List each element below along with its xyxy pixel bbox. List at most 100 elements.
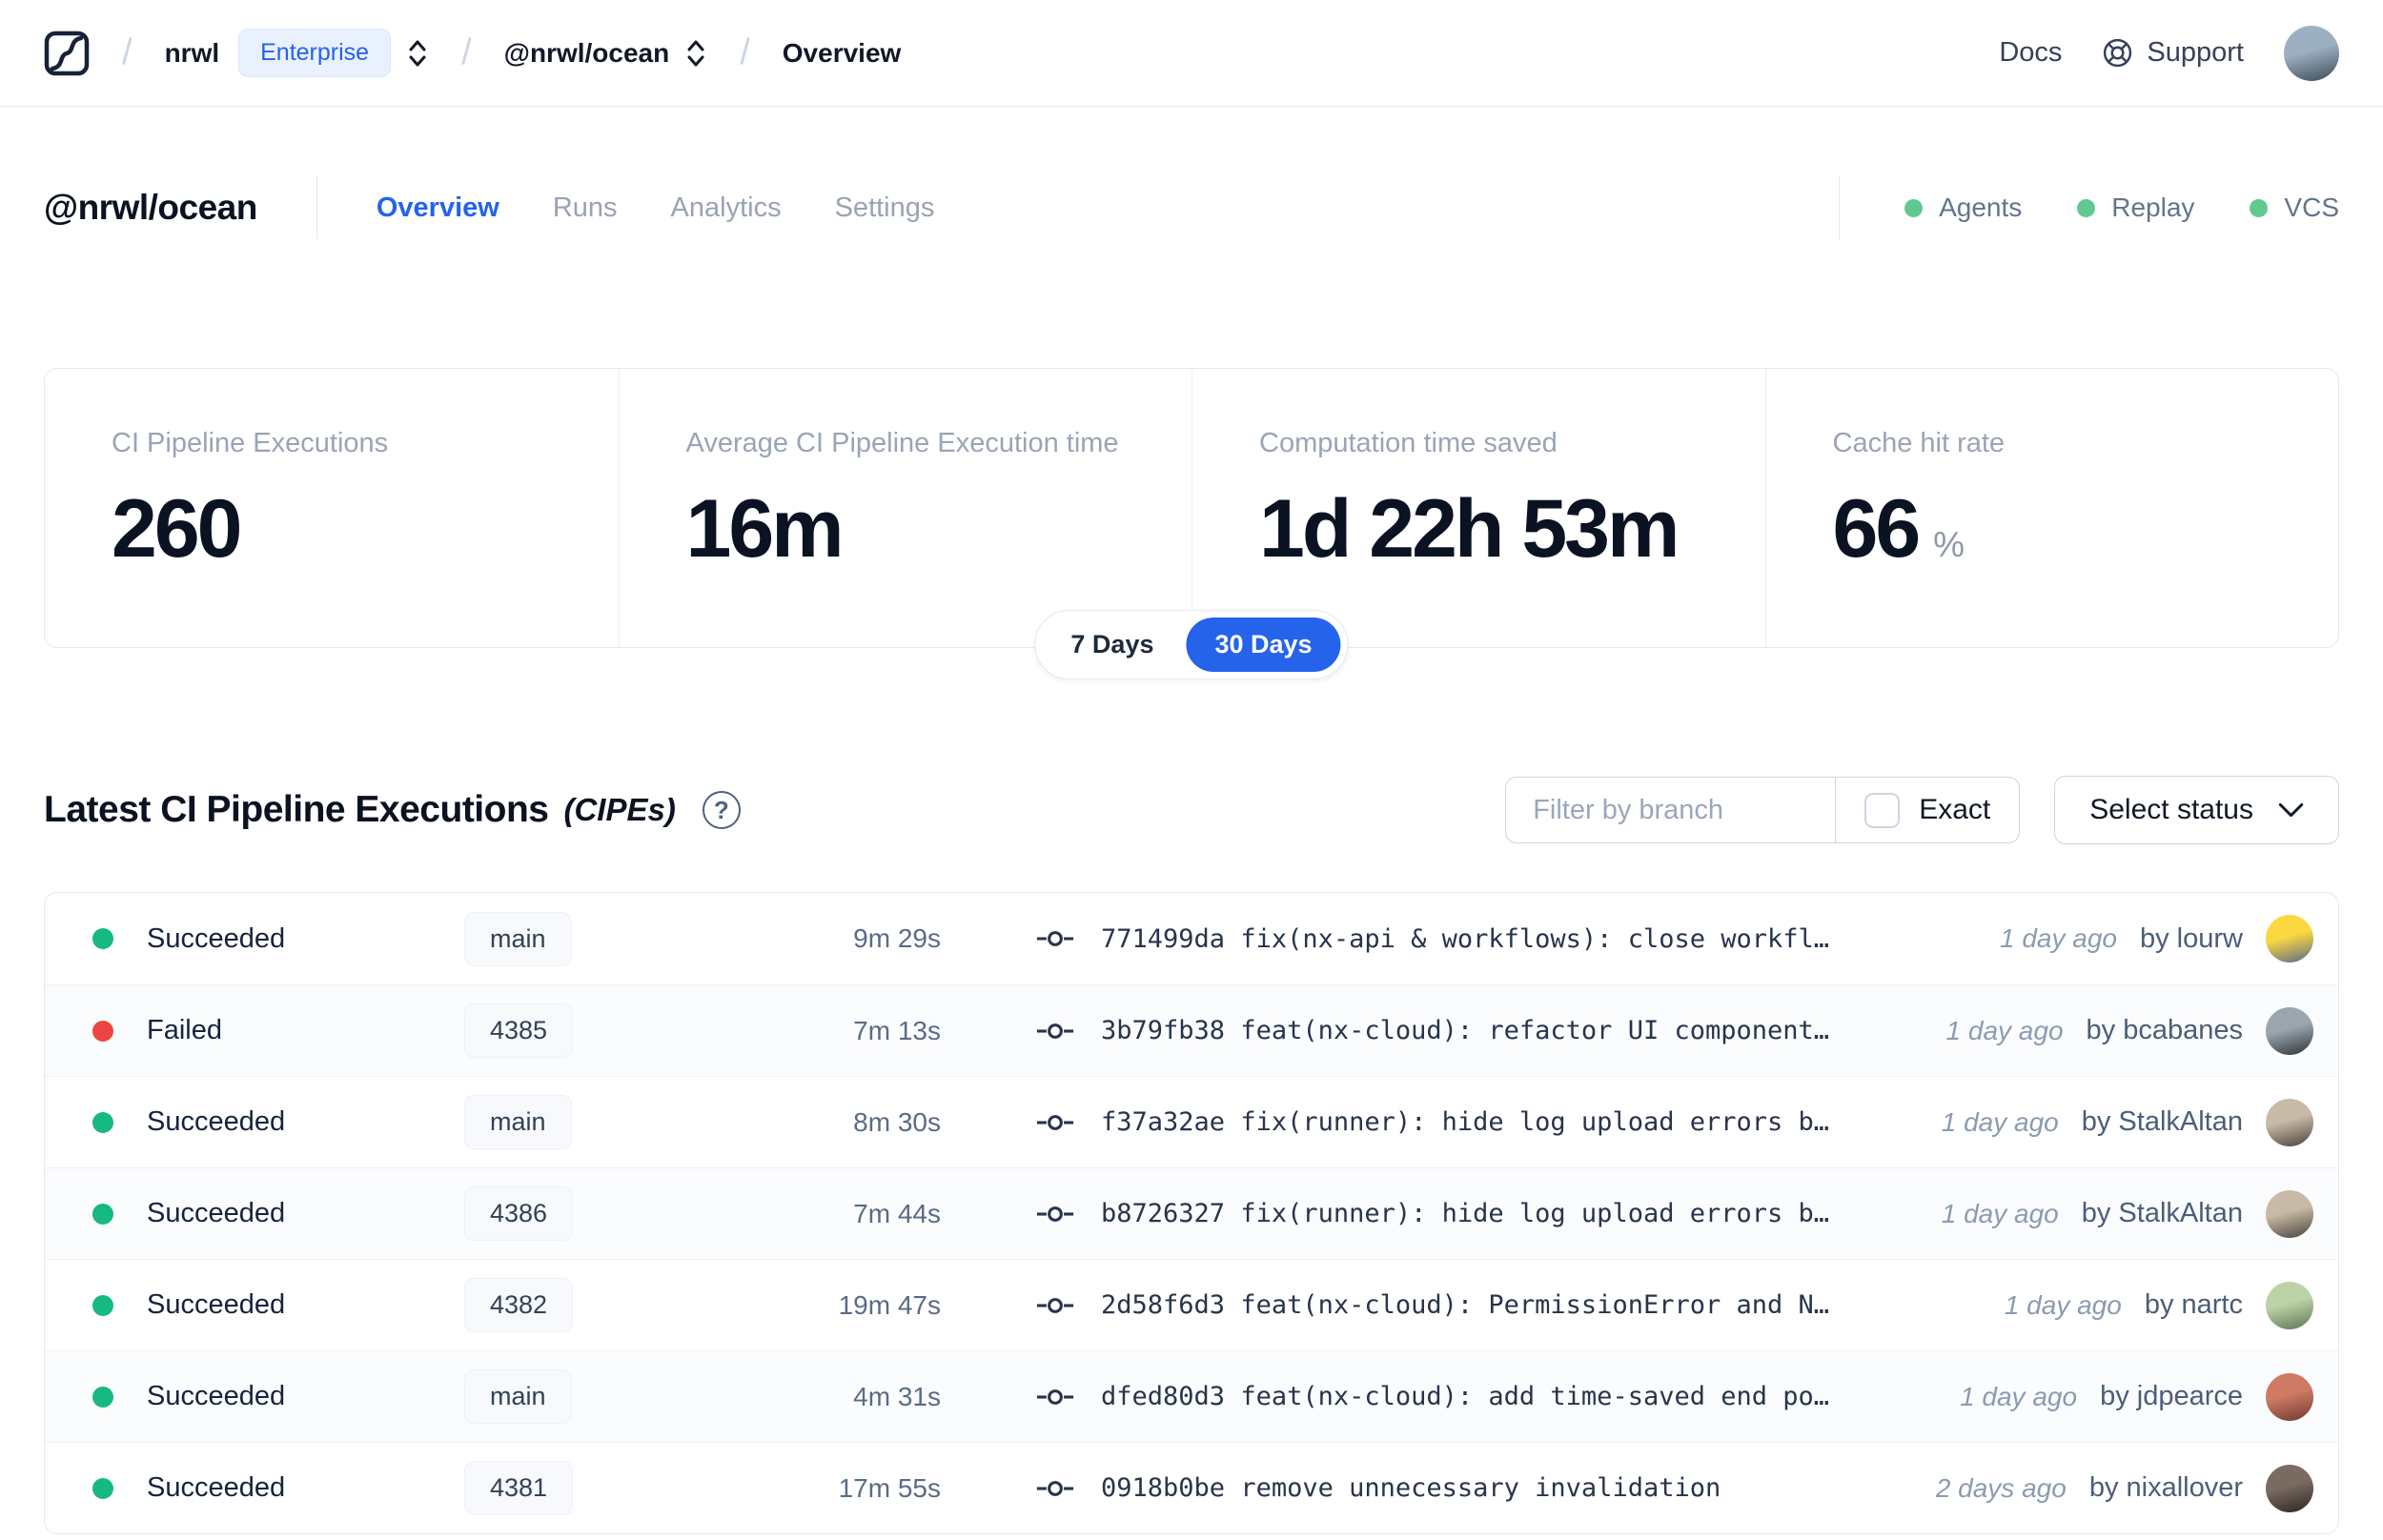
table-row[interactable]: Succeeded main 8m 30s f37a32ae fix(runne… (45, 1076, 2338, 1167)
exact-checkbox[interactable] (1864, 792, 1901, 828)
status-cell: Succeeded (92, 1106, 464, 1138)
breadcrumb-workspace[interactable]: @nrwl/ocean (504, 38, 670, 69)
meta-cell: 1 day ago by bcabanes (1865, 1006, 2313, 1055)
stats-card: CI Pipeline Executions 260 Average CI Pi… (44, 368, 2339, 679)
section-title: Latest CI Pipeline Executions (44, 789, 549, 830)
tab-analytics[interactable]: Analytics (671, 192, 782, 224)
branch-badge[interactable]: main (464, 1369, 572, 1424)
commit-text: 0918b0be remove unnecessary invalidation (1101, 1473, 1721, 1503)
commit-text: 771499da fix(nx-api & workflows): close … (1101, 923, 1830, 954)
duration-cell: 8m 30s (853, 1106, 941, 1137)
meta-cell: 1 day ago by jdpearce (1865, 1372, 2313, 1421)
table-row[interactable]: Succeeded main 4m 31s dfed80d3 feat(nx-c… (45, 1350, 2338, 1442)
branch-badge[interactable]: 4385 (464, 1003, 574, 1058)
branch-badge[interactable]: 4386 (464, 1186, 574, 1241)
status-label: Succeeded (147, 1106, 286, 1137)
docs-link[interactable]: Docs (1999, 37, 2062, 69)
commit-cell[interactable]: 771499da fix(nx-api & workflows): close … (1036, 924, 1865, 954)
duration-cell: 17m 55s (838, 1472, 941, 1503)
exact-label: Exact (1919, 794, 1991, 825)
commit-cell[interactable]: dfed80d3 feat(nx-cloud): add time-saved … (1036, 1382, 1865, 1411)
status-dot-icon (92, 1020, 113, 1042)
git-commit-icon (1036, 1477, 1074, 1500)
commit-text: f37a32ae fix(runner): hide log upload er… (1101, 1107, 1830, 1137)
git-commit-icon (1036, 1111, 1074, 1134)
stat-suffix: % (1933, 525, 1965, 564)
author-avatar (2266, 1464, 2313, 1512)
stat-label: CI Pipeline Executions (112, 428, 389, 458)
green-dot-icon (2250, 198, 2269, 217)
tab-settings[interactable]: Settings (835, 192, 935, 224)
range-7-days-button[interactable]: 7 Days (1042, 618, 1182, 672)
tab-overview[interactable]: Overview (377, 192, 499, 224)
branch-cell: main (464, 1369, 683, 1424)
status-label: Succeeded (147, 1198, 286, 1228)
table-row[interactable]: Succeeded 4386 7m 44s b8726327 fix(runne… (45, 1167, 2338, 1259)
table-row[interactable]: Succeeded 4381 17m 55s 0918b0be remove u… (45, 1442, 2338, 1533)
branch-badge[interactable]: 4382 (464, 1278, 574, 1332)
commit-cell[interactable]: f37a32ae fix(runner): hide log upload er… (1036, 1107, 1865, 1137)
indicator-label: VCS (2284, 192, 2339, 222)
indicator-label: Replay (2111, 192, 2195, 222)
breadcrumb-separator: / (461, 32, 472, 72)
duration-cell: 7m 13s (853, 1015, 941, 1045)
branch-cell: 4386 (464, 1186, 683, 1241)
workspace-switcher-chevron-icon[interactable] (684, 37, 707, 70)
git-commit-icon (1036, 1203, 1074, 1226)
stat-value: 66 (1832, 483, 1922, 575)
duration-cell: 19m 47s (838, 1289, 941, 1320)
branch-cell: 4382 (464, 1278, 683, 1332)
indicator-label: Agents (1939, 192, 2023, 222)
status-cell: Succeeded (92, 1472, 464, 1504)
time-ago: 1 day ago (2000, 923, 2117, 953)
filter-branch-input[interactable] (1506, 778, 1836, 842)
user-avatar[interactable] (2284, 25, 2339, 81)
table-row[interactable]: Succeeded 4382 19m 47s 2d58f6d3 feat(nx-… (45, 1259, 2338, 1350)
author-avatar (2266, 1189, 2313, 1238)
table-row[interactable]: Failed 4385 7m 13s 3b79fb38 feat(nx-clou… (45, 984, 2338, 1076)
status-label: Failed (147, 1015, 222, 1045)
cipe-section-header: Latest CI Pipeline Executions (CIPEs) ? … (44, 776, 2339, 844)
nx-cloud-logo-icon[interactable] (44, 30, 90, 76)
commit-cell[interactable]: 0918b0be remove unnecessary invalidation (1036, 1473, 1865, 1503)
branch-badge[interactable]: 4381 (464, 1461, 574, 1515)
tab-runs[interactable]: Runs (553, 192, 618, 224)
branch-badge[interactable]: main (464, 1095, 572, 1149)
commit-cell[interactable]: 3b79fb38 feat(nx-cloud): refactor UI com… (1036, 1016, 1865, 1045)
duration-cell: 7m 44s (853, 1198, 941, 1228)
help-icon[interactable]: ? (702, 791, 741, 829)
author: by nixallover (2088, 1472, 2243, 1503)
author-avatar (2266, 1372, 2313, 1421)
meta-cell: 1 day ago by StalkAltan (1865, 1098, 2313, 1146)
commit-text: 3b79fb38 feat(nx-cloud): refactor UI com… (1101, 1016, 1830, 1045)
branch-filter-group: Exact (1505, 777, 2021, 843)
time-ago: 2 days ago (1935, 1472, 2067, 1503)
support-link[interactable]: Support (2102, 37, 2244, 69)
commit-cell[interactable]: 2d58f6d3 feat(nx-cloud): PermissionError… (1036, 1290, 1865, 1320)
author-avatar (2266, 1281, 2313, 1329)
status-dot-icon (92, 1203, 113, 1225)
stat-cache-hit-rate: Cache hit rate 66 % (1764, 369, 2339, 647)
status-label: Succeeded (147, 1289, 286, 1320)
commit-cell[interactable]: b8726327 fix(runner): hide log upload er… (1036, 1199, 1865, 1228)
org-switcher-chevron-icon[interactable] (406, 37, 429, 70)
lifebuoy-icon (2102, 37, 2133, 69)
status-label: Succeeded (147, 922, 286, 954)
breadcrumb-separator: / (122, 32, 132, 72)
branch-cell: main (464, 911, 683, 966)
branch-badge[interactable]: main (464, 911, 572, 966)
time-ago: 1 day ago (1941, 1198, 2059, 1228)
status-label: Succeeded (147, 1381, 286, 1411)
branch-cell: main (464, 1095, 683, 1149)
topbar-actions: Docs Support (1999, 25, 2339, 81)
green-dot-icon (1904, 198, 1924, 217)
breadcrumb-org[interactable]: nrwl (165, 38, 220, 69)
date-range-toggle: 7 Days 30 Days (1034, 610, 1349, 679)
indicator-vcs: VCS (2250, 192, 2339, 223)
indicator-agents: Agents (1904, 192, 2022, 223)
select-status-dropdown[interactable]: Select status (2054, 776, 2339, 844)
table-row[interactable]: Succeeded main 9m 29s 771499da fix(nx-ap… (45, 893, 2338, 984)
author: by nartc (2144, 1289, 2243, 1320)
range-30-days-button[interactable]: 30 Days (1186, 618, 1341, 672)
breadcrumb-page: Overview (782, 37, 902, 68)
